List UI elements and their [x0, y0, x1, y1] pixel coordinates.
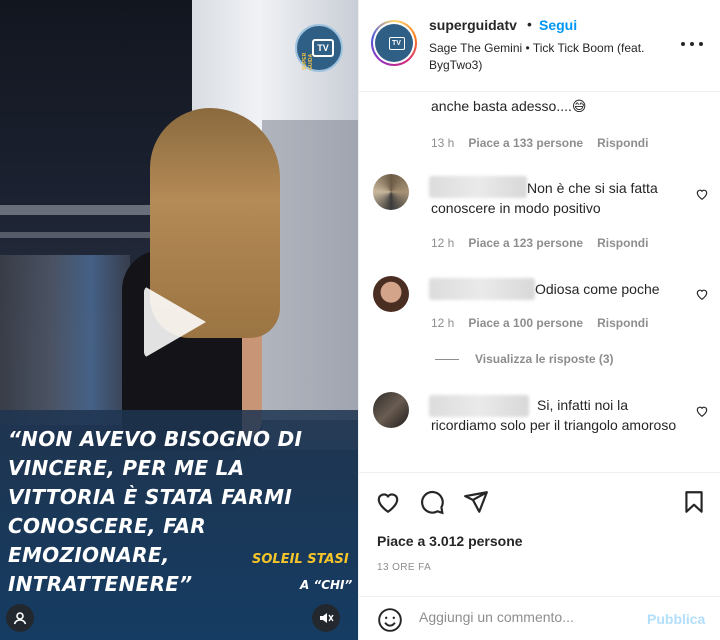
- reply-button[interactable]: Rispondi: [597, 236, 648, 250]
- post-timestamp[interactable]: 13 ore fa: [377, 562, 431, 573]
- comment-composer: Pubblica: [359, 596, 720, 640]
- logo-vertical-text: SUPER GUIDA: [302, 52, 314, 70]
- speaker-muted-icon[interactable]: [312, 604, 340, 632]
- video-player[interactable]: SUPER GUIDA TV “Non avevo bisogno di vin…: [0, 0, 358, 640]
- comment-text: Non è che si sia fatta conoscere in modo…: [431, 180, 658, 216]
- comment-text: Odiosa come poche: [535, 281, 660, 297]
- comment-like-heart-icon[interactable]: [695, 404, 709, 418]
- comment-time: 13 h: [431, 136, 455, 150]
- post-likes-count[interactable]: Piace a 3.012 persone: [377, 533, 523, 549]
- publish-button[interactable]: Pubblica: [647, 611, 705, 627]
- comment-text: anche basta adesso....😅: [431, 98, 587, 114]
- comment-likes[interactable]: Piace a 100 persone: [468, 316, 583, 330]
- comment-text: Si, infatti noi la ricordiamo solo per i…: [431, 397, 677, 433]
- logo-tv-badge: TV: [312, 39, 334, 57]
- header-separator: •: [527, 16, 532, 32]
- comment-time: 12 h: [431, 236, 455, 250]
- video-background-people: [0, 255, 130, 425]
- bookmark-icon[interactable]: [681, 489, 707, 515]
- commenter-avatar[interactable]: [373, 276, 409, 312]
- comment-like-heart-icon[interactable]: [695, 187, 709, 201]
- audio-track-link[interactable]: Sage The Gemini • Tick Tick Boom (feat. …: [429, 40, 649, 74]
- reply-button[interactable]: Rispondi: [597, 316, 648, 330]
- emoji-icon[interactable]: [377, 607, 403, 633]
- more-options-icon[interactable]: [681, 34, 703, 54]
- replies-divider: [435, 358, 459, 360]
- comment-meta: 12 h Piace a 123 persone Rispondi: [431, 236, 648, 250]
- play-icon[interactable]: [144, 286, 206, 358]
- heart-icon[interactable]: [375, 489, 401, 515]
- comment-likes[interactable]: Piace a 133 persone: [468, 136, 583, 150]
- author-username[interactable]: superguidatv: [429, 17, 517, 33]
- post-header: TV superguidatv • Segui Sage The Gemini …: [359, 0, 720, 92]
- video-quote: “Non avevo bisogno di vincere, per me la…: [8, 427, 303, 596]
- comment-likes[interactable]: Piace a 123 persone: [468, 236, 583, 250]
- view-replies-button[interactable]: Visualizza le risposte (3): [435, 352, 614, 366]
- commenter-avatar[interactable]: [373, 392, 409, 428]
- author-avatar[interactable]: TV: [371, 20, 417, 66]
- avatar-tv-badge: TV: [388, 36, 405, 50]
- comment-input[interactable]: [419, 609, 639, 625]
- commenter-avatar[interactable]: [373, 174, 409, 210]
- video-speaker: Soleil Stasi: [252, 552, 349, 567]
- comment-icon[interactable]: [419, 489, 445, 515]
- comment-meta: 12 h Piace a 100 persone Rispondi: [431, 316, 648, 330]
- post-panel: TV superguidatv • Segui Sage The Gemini …: [358, 0, 720, 640]
- post-actions-bar: [359, 472, 720, 532]
- send-icon[interactable]: [463, 489, 489, 515]
- video-source: a “Chi”: [300, 578, 353, 592]
- superguida-tv-logo: SUPER GUIDA TV: [295, 24, 343, 72]
- view-replies-label: Visualizza le risposte (3): [475, 352, 614, 366]
- follow-button[interactable]: Segui: [539, 17, 577, 33]
- comment-like-heart-icon[interactable]: [695, 287, 709, 301]
- comment-time: 12 h: [431, 316, 455, 330]
- comment-meta: 13 h Piace a 133 persone Rispondi: [431, 136, 648, 150]
- user-tag-icon[interactable]: [6, 604, 34, 632]
- reply-button[interactable]: Rispondi: [597, 136, 648, 150]
